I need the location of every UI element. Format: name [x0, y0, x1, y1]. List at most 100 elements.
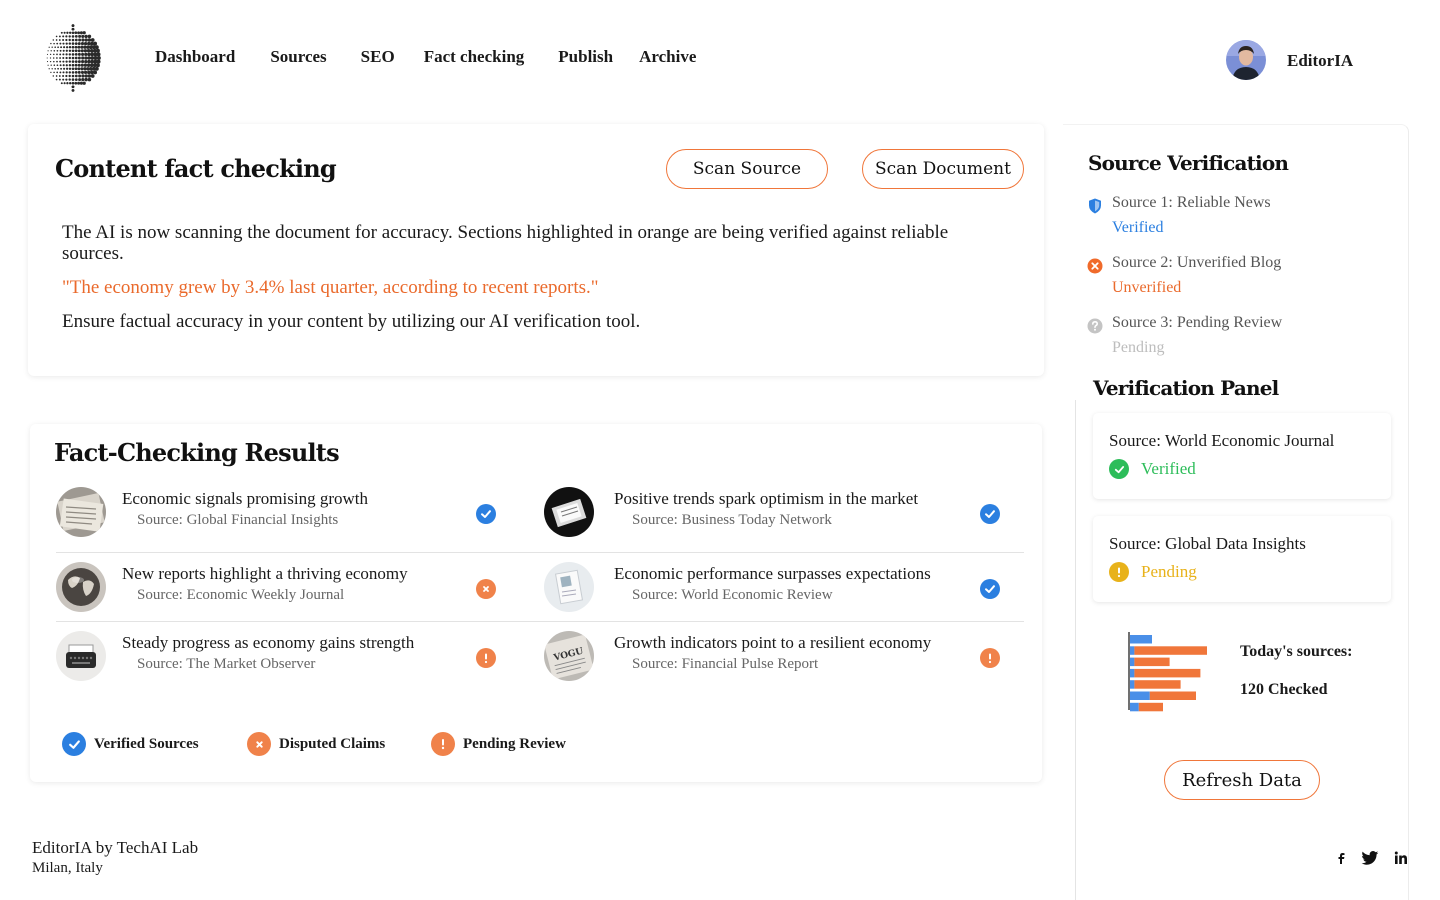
fact-check-title: Content fact checking — [55, 154, 337, 183]
verification-panel-title: Verification Panel — [1093, 376, 1279, 400]
source-status: Verified — [1112, 219, 1164, 236]
newspaper-stack-thumbnail — [56, 487, 106, 537]
footer-location: Milan, Italy — [32, 860, 103, 876]
alert-circle-icon — [1109, 562, 1129, 582]
chart-bar-series1-row5 — [1149, 691, 1196, 700]
tablet-news-thumbnail — [544, 487, 594, 537]
source-name: Source 3: Pending Review — [1112, 314, 1283, 331]
results-title: Fact-Checking Results — [54, 438, 340, 467]
source-name: Source 2: Unverified Blog — [1112, 254, 1282, 271]
footer-brand: EditorIA by TechAI Lab — [32, 838, 199, 857]
verification-card[interactable]: Source: Global Data Insights Pending — [1093, 516, 1391, 602]
verification-status: Pending — [1109, 562, 1197, 582]
refresh-data-button[interactable]: Refresh Data — [1164, 760, 1320, 800]
pending-exclamation-icon — [980, 648, 1000, 668]
legend-verified-label: Verified Sources — [94, 735, 199, 752]
chart-bar-series1-row4 — [1134, 680, 1181, 689]
result-title: Economic signals promising growth — [122, 489, 369, 508]
verified-check-icon — [980, 504, 1000, 524]
list-item[interactable]: Positive trends spark optimism in the ma… — [544, 481, 1004, 545]
today-sources-count: 120 Checked — [1240, 681, 1328, 698]
logo-sphere-icon[interactable] — [44, 22, 106, 94]
result-title: Growth indicators point to a resilient e… — [614, 633, 932, 652]
user-menu[interactable]: EditorIA — [1226, 40, 1353, 80]
legend-verified: Verified Sources — [62, 732, 199, 756]
verified-check-icon — [62, 732, 86, 756]
result-source: Source: Global Financial Insights — [137, 512, 339, 528]
nav-sources[interactable]: Sources — [270, 47, 326, 67]
pending-exclamation-icon — [476, 648, 496, 668]
chart-bar-series1-row1 — [1134, 646, 1207, 655]
fact-check-card: Content fact checking Scan Source Scan D… — [28, 124, 1044, 376]
globe-thumbnail — [56, 562, 106, 612]
result-title: Economic performance surpasses expectati… — [614, 564, 931, 583]
main-nav: Dashboard Sources SEO Fact checking Publ… — [155, 47, 696, 67]
fact-check-body: The AI is now scanning the document for … — [62, 222, 1012, 345]
list-item[interactable]: Economic signals promising growth Source… — [56, 481, 496, 545]
results-card: Fact-Checking Results Economic signals p… — [30, 424, 1042, 782]
chart-bar-series0-row1 — [1130, 646, 1135, 655]
chart-bar-series0-row0 — [1130, 635, 1152, 644]
scan-document-button[interactable]: Scan Document — [862, 149, 1024, 189]
newspaper-vogue-thumbnail: VOGU — [544, 631, 594, 681]
chart-bar-series0-row3 — [1130, 668, 1135, 678]
legend-pending-label: Pending Review — [463, 735, 566, 752]
pending-exclamation-icon — [431, 732, 455, 756]
x-circle-icon — [1087, 258, 1103, 274]
list-item[interactable]: Economic performance surpasses expectati… — [544, 556, 1004, 620]
result-title: New reports highlight a thriving economy — [122, 564, 408, 583]
magazine-thumbnail — [544, 562, 594, 612]
sidebar-divider — [1075, 400, 1076, 900]
chart-bar-series0-row6 — [1130, 702, 1139, 712]
user-name: EditorIA — [1287, 50, 1354, 70]
list-item[interactable]: New reports highlight a thriving economy… — [56, 556, 496, 620]
verified-check-icon — [980, 579, 1000, 599]
verified-check-icon — [476, 504, 496, 524]
result-source: Source: Financial Pulse Report — [632, 656, 819, 672]
nav-publish[interactable]: Publish — [558, 47, 613, 67]
highlighted-claim[interactable]: "The economy grew by 3.4% last quarter, … — [62, 277, 1012, 298]
source-name: Source 1: Reliable News — [1112, 194, 1271, 211]
result-source: Source: Economic Weekly Journal — [137, 587, 345, 603]
result-title: Steady progress as economy gains strengt… — [122, 633, 415, 652]
disputed-x-icon — [247, 732, 271, 756]
sources-mini-chart — [1126, 630, 1216, 719]
source-status: Unverified — [1112, 279, 1182, 296]
fact-check-closing: Ensure factual accuracy in your content … — [62, 311, 641, 332]
result-source: Source: The Market Observer — [137, 656, 316, 672]
list-item[interactable]: Steady progress as economy gains strengt… — [56, 625, 496, 689]
chart-bar-series1-row2 — [1134, 657, 1170, 667]
fact-check-intro: The AI is now scanning the document for … — [62, 222, 949, 264]
row-divider — [56, 552, 1024, 553]
typewriter-thumbnail — [56, 631, 106, 681]
avatar[interactable] — [1226, 40, 1266, 80]
chart-bar-series0-row2 — [1130, 657, 1135, 667]
verification-card[interactable]: Source: World Economic Journal Verified — [1093, 413, 1391, 499]
check-circle-icon — [1109, 459, 1129, 479]
today-sources-label: Today's sources: — [1240, 643, 1353, 660]
verification-status: Verified — [1109, 459, 1196, 479]
verification-source: Source: World Economic Journal — [1109, 431, 1335, 450]
chart-bar-series1-row6 — [1138, 702, 1163, 712]
legend-pending: Pending Review — [431, 732, 566, 756]
nav-fact-checking[interactable]: Fact checking — [424, 47, 525, 67]
legend-disputed: Disputed Claims — [247, 732, 385, 756]
legend-disputed-label: Disputed Claims — [279, 735, 386, 752]
verification-status-label: Pending — [1141, 562, 1197, 581]
list-item[interactable]: VOGU Growth indicators point to a resili… — [544, 625, 1004, 689]
chart-bar-series1-row3 — [1134, 668, 1201, 678]
question-circle-icon — [1087, 318, 1103, 334]
disputed-x-icon — [476, 579, 496, 599]
chart-bar-series0-row4 — [1130, 680, 1135, 689]
nav-seo[interactable]: SEO — [361, 47, 395, 67]
shield-icon — [1089, 198, 1101, 214]
scan-source-button[interactable]: Scan Source — [666, 149, 828, 189]
row-divider — [56, 621, 1024, 622]
result-title: Positive trends spark optimism in the ma… — [614, 489, 919, 508]
source-status: Pending — [1112, 339, 1165, 356]
verification-status-label: Verified — [1141, 459, 1196, 478]
source-verification-title: Source Verification — [1088, 151, 1289, 175]
nav-dashboard[interactable]: Dashboard — [155, 47, 235, 67]
nav-archive[interactable]: Archive — [639, 47, 696, 67]
chart-bar-series0-row5 — [1130, 691, 1150, 700]
